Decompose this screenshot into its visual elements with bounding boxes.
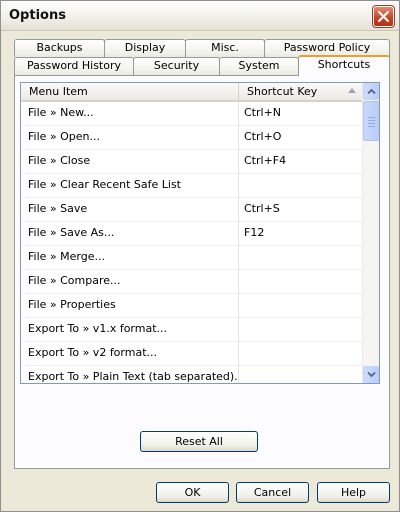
column-header-menu-item[interactable]: Menu Item — [21, 83, 239, 100]
shortcut-cell[interactable] — [239, 246, 362, 270]
scroll-up-button[interactable] — [363, 83, 379, 100]
tab-display[interactable]: Display — [104, 39, 186, 57]
cancel-button[interactable]: Cancel — [236, 482, 309, 503]
menu-item-cell: File » Merge... — [21, 246, 239, 270]
list-item[interactable]: Export To » v1.x format... — [21, 318, 362, 342]
shortcut-cell[interactable]: Ctrl+N — [239, 102, 362, 126]
tab-security[interactable]: Security — [133, 57, 220, 75]
menu-item-cell: File » Save — [21, 198, 239, 222]
menu-item-cell: File » Clear Recent Safe List — [21, 174, 239, 198]
shortcut-cell[interactable] — [239, 342, 362, 366]
shortcut-cell[interactable] — [239, 270, 362, 294]
list-item[interactable]: File » Properties — [21, 294, 362, 318]
shortcut-cell[interactable]: Ctrl+F4 — [239, 150, 362, 174]
close-icon — [378, 11, 389, 22]
shortcut-cell[interactable]: Ctrl+O — [239, 126, 362, 150]
list-item[interactable]: File » Open... Ctrl+O — [21, 126, 362, 150]
shortcut-cell[interactable]: F12 — [239, 222, 362, 246]
tab-system[interactable]: System — [219, 57, 299, 75]
window-title: Options — [9, 8, 66, 23]
list-item[interactable]: File » Close Ctrl+F4 — [21, 150, 362, 174]
shortcut-cell[interactable] — [239, 294, 362, 318]
vertical-scrollbar[interactable] — [362, 83, 379, 383]
list-item[interactable]: File » Save As... F12 — [21, 222, 362, 246]
list-item[interactable]: File » Save Ctrl+S — [21, 198, 362, 222]
sort-ascending-icon — [348, 88, 356, 93]
reset-all-button[interactable]: Reset All — [140, 431, 258, 452]
options-dialog: Options Backups Display Misc. Password P… — [0, 0, 400, 512]
menu-item-cell: Export To » v2 format... — [21, 342, 239, 366]
list-header: Menu Item Shortcut Key — [21, 83, 362, 102]
list-item[interactable]: File » Clear Recent Safe List — [21, 174, 362, 198]
help-button[interactable]: Help — [317, 482, 390, 503]
scroll-thumb[interactable] — [363, 101, 379, 141]
shortcut-cell[interactable] — [239, 174, 362, 198]
menu-item-cell: File » Compare... — [21, 270, 239, 294]
ok-button[interactable]: OK — [156, 482, 229, 503]
chevron-down-icon — [367, 371, 376, 378]
shortcut-cell[interactable]: Ctrl+S — [239, 198, 362, 222]
menu-item-cell: File » Open... — [21, 126, 239, 150]
column-header-shortcut-key[interactable]: Shortcut Key — [239, 83, 362, 100]
close-button[interactable] — [372, 5, 395, 28]
menu-item-cell: File » Properties — [21, 294, 239, 318]
shortcut-cell[interactable] — [239, 366, 362, 383]
menu-item-cell: Export To » v1.x format... — [21, 318, 239, 342]
menu-item-cell: File » Close — [21, 150, 239, 174]
shortcut-cell[interactable] — [239, 318, 362, 342]
shortcuts-list[interactable]: Menu Item Shortcut Key File » New... Ctrl… — [20, 82, 380, 384]
list-item[interactable]: File » Compare... — [21, 270, 362, 294]
menu-item-cell: Export To » Plain Text (tab separated)..… — [21, 366, 239, 383]
title-bar: Options — [1, 1, 399, 31]
chevron-up-icon — [367, 88, 376, 95]
list-item[interactable]: Export To » v2 format... — [21, 342, 362, 366]
tab-password-history[interactable]: Password History — [14, 57, 134, 75]
list-item[interactable]: File » New... Ctrl+N — [21, 102, 362, 126]
menu-item-cell: File » New... — [21, 102, 239, 126]
tab-backups[interactable]: Backups — [14, 39, 105, 57]
tab-misc[interactable]: Misc. — [185, 39, 265, 57]
list-item[interactable]: Export To » Plain Text (tab separated)..… — [21, 366, 362, 383]
list-rows: File » New... Ctrl+N File » Open... Ctrl+O… — [21, 102, 362, 383]
tab-shortcuts[interactable]: Shortcuts — [298, 55, 390, 76]
scroll-down-button[interactable] — [363, 366, 379, 383]
list-item[interactable]: File » Merge... — [21, 246, 362, 270]
menu-item-cell: File » Save As... — [21, 222, 239, 246]
